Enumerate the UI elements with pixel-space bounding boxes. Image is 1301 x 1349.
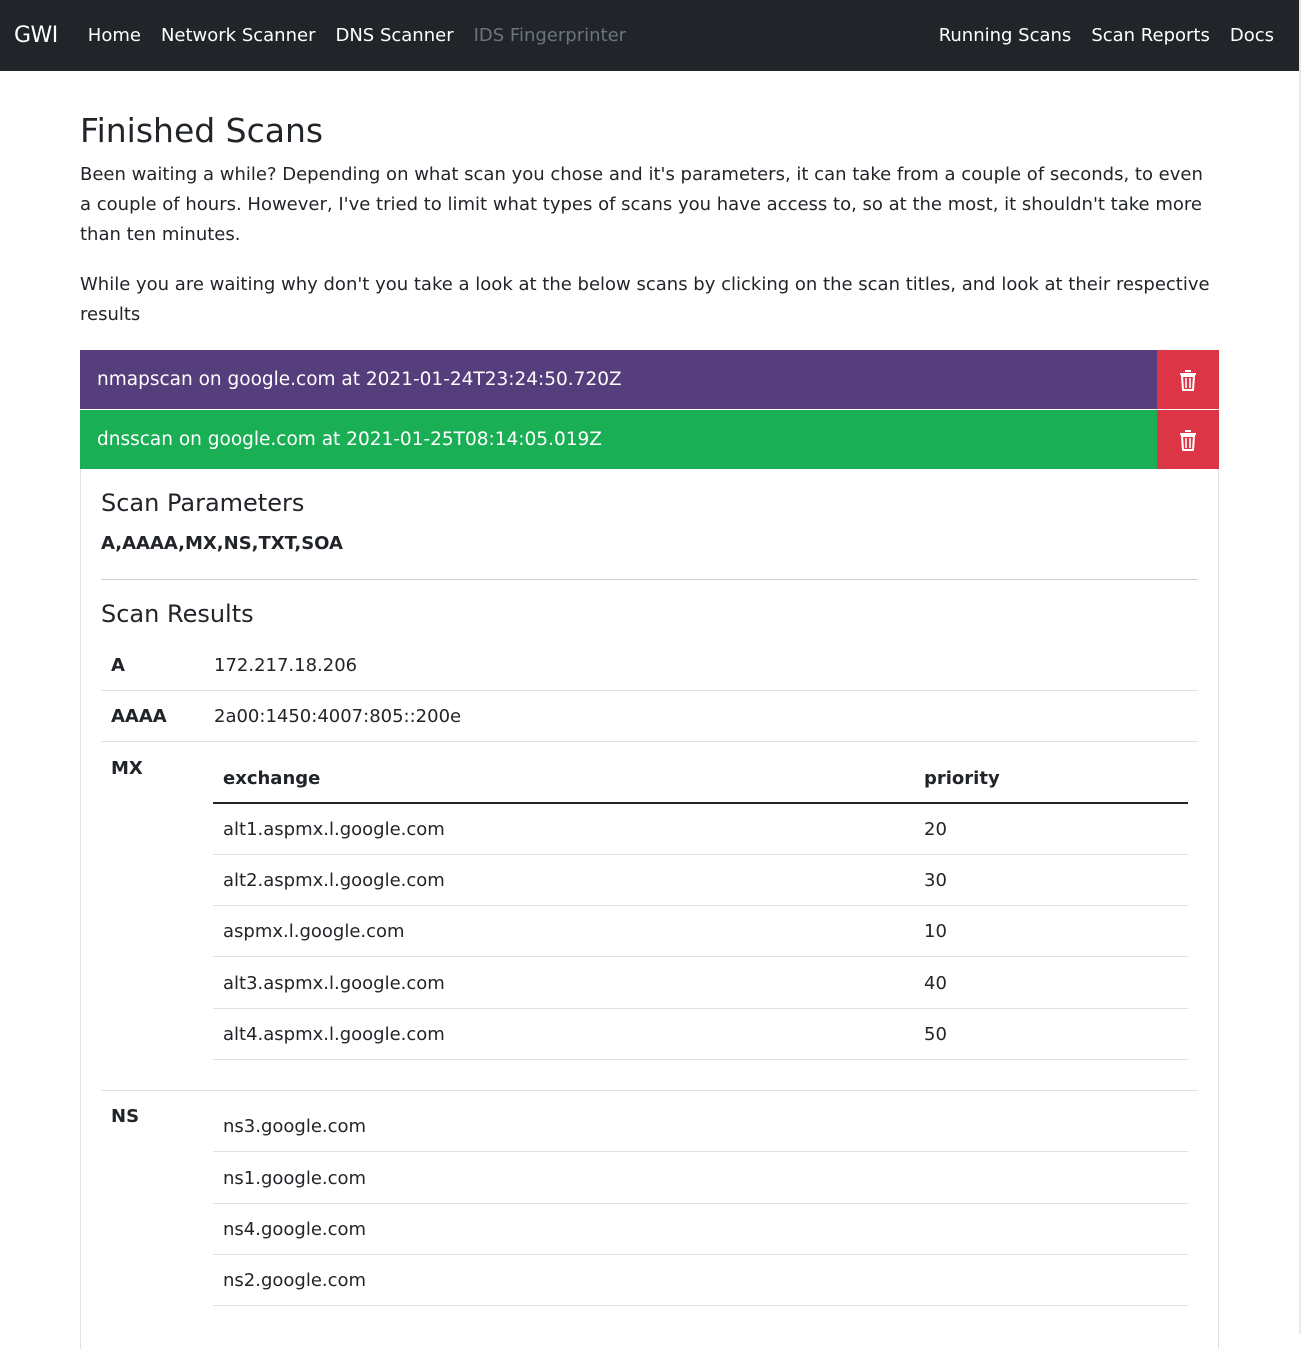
delete-scan-button[interactable] xyxy=(1157,410,1219,469)
delete-scan-button[interactable] xyxy=(1157,350,1219,409)
ns-record-cell: ns3.google.com xyxy=(223,1116,367,1137)
record-aaaa-value: 2a00:1450:4007:805::200e xyxy=(214,706,462,727)
table-row-divider xyxy=(213,1203,1188,1204)
section-divider xyxy=(101,579,1198,580)
record-mx-label: MX xyxy=(111,758,143,779)
mx-exchange-header: exchange xyxy=(223,768,321,789)
top-navbar: GWI Home Network Scanner DNS Scanner IDS… xyxy=(0,0,1299,71)
nav-network-scanner-link[interactable]: Network Scanner xyxy=(161,25,316,46)
nav-running-scans-link[interactable]: Running Scans xyxy=(939,25,1072,46)
mx-exchange-cell: alt1.aspmx.l.google.com xyxy=(223,819,445,840)
mx-exchange-cell: alt3.aspmx.l.google.com xyxy=(223,973,445,994)
instruction-paragraph: While you are waiting why don't you take… xyxy=(80,274,1210,325)
table-row-divider xyxy=(213,1254,1188,1255)
scan-results-heading: Scan Results xyxy=(101,600,254,628)
nav-scan-reports-link[interactable]: Scan Reports xyxy=(1091,25,1210,46)
mx-priority-cell: 30 xyxy=(924,870,947,891)
record-a-label: A xyxy=(111,655,125,676)
scan-parameters-value: A,AAAA,MX,NS,TXT,SOA xyxy=(101,533,343,554)
scan-title-dns[interactable]: dnsscan on google.com at 2021-01-25T08:1… xyxy=(80,410,1157,469)
table-row-divider xyxy=(213,905,1188,906)
mx-exchange-cell: alt4.aspmx.l.google.com xyxy=(223,1024,445,1045)
table-row-divider xyxy=(213,854,1188,855)
intro-paragraph: Been waiting a while? Depending on what … xyxy=(80,164,1203,245)
scan-item-nmap: nmapscan on google.com at 2021-01-24T23:… xyxy=(80,350,1219,409)
table-row-divider xyxy=(213,1151,1188,1152)
table-row-divider xyxy=(213,1305,1188,1306)
mx-exchange-cell: alt2.aspmx.l.google.com xyxy=(223,870,445,891)
ns-record-cell: ns4.google.com xyxy=(223,1219,367,1240)
mx-priority-header: priority xyxy=(924,768,1000,789)
mx-priority-cell: 50 xyxy=(924,1024,947,1045)
trash-icon xyxy=(1180,369,1196,391)
scan-item-dns: dnsscan on google.com at 2021-01-25T08:1… xyxy=(80,410,1219,469)
table-row-divider xyxy=(213,1008,1188,1009)
ns-record-cell: ns2.google.com xyxy=(223,1270,367,1291)
row-divider xyxy=(101,1090,1198,1091)
nav-ids-fingerprinter-link: IDS Fingerprinter xyxy=(473,25,627,46)
trash-icon xyxy=(1180,429,1196,451)
table-row-divider xyxy=(213,956,1188,957)
mx-priority-cell: 20 xyxy=(924,819,947,840)
page-title: Finished Scans xyxy=(80,111,324,150)
row-divider xyxy=(101,741,1198,742)
row-divider xyxy=(101,690,1198,691)
record-aaaa-label: AAAA xyxy=(111,706,167,727)
mx-exchange-cell: aspmx.l.google.com xyxy=(223,921,405,942)
nav-right-group: Running Scans Scan Reports Docs xyxy=(939,25,1274,46)
nav-docs-link[interactable]: Docs xyxy=(1230,25,1274,46)
brand-logo[interactable]: GWI xyxy=(14,23,58,48)
nav-dns-scanner-link[interactable]: DNS Scanner xyxy=(335,25,453,46)
nav-home-link[interactable]: Home xyxy=(88,25,141,46)
scan-details-panel: Scan Parameters A,AAAA,MX,NS,TXT,SOA Sca… xyxy=(80,469,1219,1349)
table-row-divider xyxy=(213,1059,1188,1060)
record-ns-label: NS xyxy=(111,1106,140,1127)
scan-parameters-heading: Scan Parameters xyxy=(101,489,305,517)
scan-title-nmap[interactable]: nmapscan on google.com at 2021-01-24T23:… xyxy=(80,350,1157,409)
mx-priority-cell: 10 xyxy=(924,921,947,942)
table-header-divider xyxy=(213,802,1188,804)
record-a-value: 172.217.18.206 xyxy=(214,655,358,676)
ns-record-cell: ns1.google.com xyxy=(223,1168,367,1189)
mx-priority-cell: 40 xyxy=(924,973,947,994)
nav-left-group: Home Network Scanner DNS Scanner IDS Fin… xyxy=(88,25,646,46)
